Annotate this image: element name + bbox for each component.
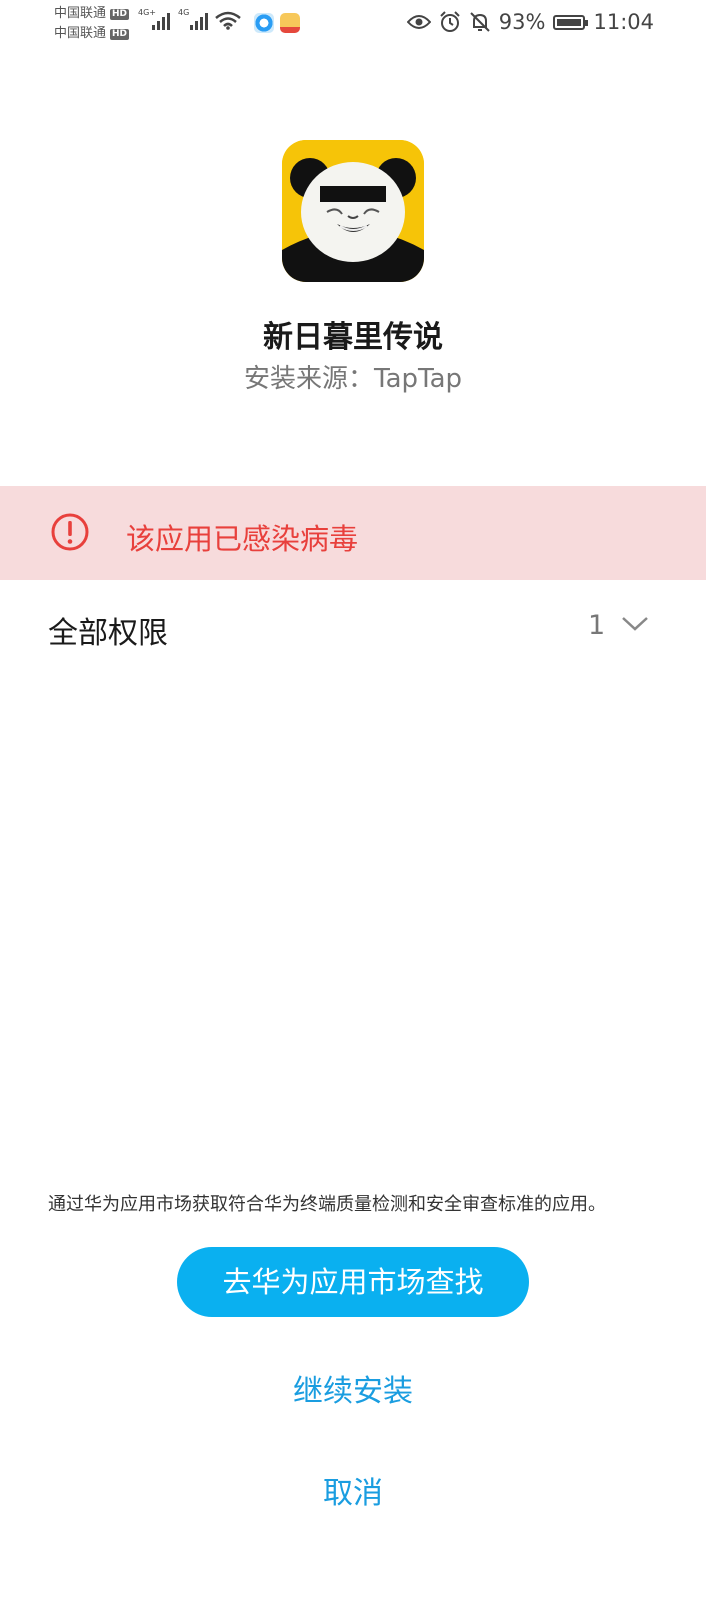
permissions-label: 全部权限 bbox=[48, 616, 168, 651]
panda-meme-icon bbox=[282, 140, 424, 282]
status-right: 93% 11:04 bbox=[406, 10, 654, 34]
market-notice: 通过华为应用市场获取符合华为终端质量检测和安全审查标准的应用。 bbox=[48, 1194, 606, 1215]
clock: 11:04 bbox=[593, 10, 654, 34]
continue-install-button[interactable]: 继续安装 bbox=[0, 1366, 706, 1410]
cancel-button[interactable]: 取消 bbox=[0, 1468, 706, 1512]
carrier-1: 中国联通 bbox=[54, 6, 107, 21]
go-to-market-button[interactable]: 去华为应用市场查找 bbox=[177, 1247, 529, 1317]
notification-app-icon bbox=[254, 13, 274, 33]
carrier-info: 中国联通 HD 中国联通 HD bbox=[54, 4, 130, 44]
carrier-2: 中国联通 bbox=[54, 26, 107, 41]
eye-icon bbox=[406, 15, 431, 29]
mute-bell-icon bbox=[470, 12, 490, 32]
battery-percent: 93% bbox=[498, 10, 546, 34]
signal-icon: 4G+ bbox=[138, 8, 172, 30]
permissions-count: 1 bbox=[588, 610, 606, 641]
chevron-down-icon[interactable] bbox=[620, 614, 650, 634]
wifi-icon bbox=[215, 11, 241, 30]
app-name: 新日暮里传说 bbox=[263, 320, 443, 355]
app-icon bbox=[282, 140, 424, 282]
signal-indicators: 4G+ 4G bbox=[138, 8, 242, 30]
network-type-2: 4G bbox=[178, 8, 190, 17]
hd-badge: HD bbox=[110, 28, 130, 40]
warning-text: 该应用已感染病毒 bbox=[126, 522, 359, 556]
hd-badge: HD bbox=[110, 8, 130, 20]
permissions-row[interactable]: 全部权限 1 bbox=[0, 600, 706, 660]
status-bar: 中国联通 HD 中国联通 HD 4G+ 4G 93% 11:04 bbox=[0, 0, 720, 48]
virus-warning-banner: 该应用已感染病毒 bbox=[0, 486, 706, 580]
notification-app-icon bbox=[280, 13, 300, 33]
signal-icon: 4G bbox=[178, 8, 208, 30]
exclamation-circle-icon bbox=[51, 513, 89, 551]
network-type-1: 4G+ bbox=[138, 8, 156, 17]
battery-icon bbox=[553, 14, 589, 30]
alarm-icon bbox=[440, 11, 460, 32]
install-source: 安装来源：TapTap bbox=[243, 364, 463, 394]
